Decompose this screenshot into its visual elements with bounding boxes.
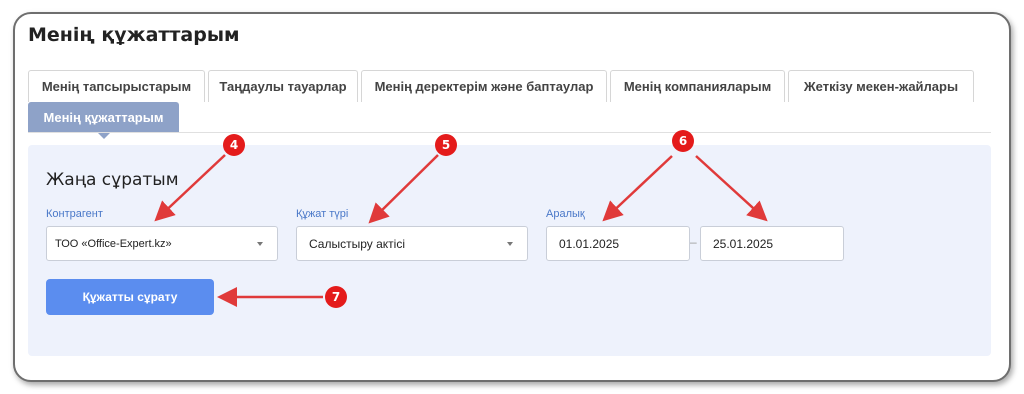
tab-my-data-settings[interactable]: Менің деректерім және баптаулар xyxy=(361,70,607,102)
date-to-value: 25.01.2025 xyxy=(713,236,774,251)
callout-badge-6: 6 xyxy=(672,130,694,152)
counterparty-label: Контрагент xyxy=(46,208,103,220)
period-label: Аралық xyxy=(546,208,585,220)
chevron-down-icon xyxy=(507,242,513,246)
counterparty-value: ТОО «Office-Expert.kz» xyxy=(55,237,172,250)
callout-badge-4: 4 xyxy=(223,134,245,156)
chevron-down-icon xyxy=(257,242,263,246)
tab-favorites[interactable]: Таңдаулы тауарлар xyxy=(208,70,358,102)
doc-type-value: Салыстыру актісі xyxy=(309,236,405,251)
doc-type-select[interactable]: Салыстыру актісі xyxy=(296,226,528,261)
doc-type-label: Құжат түрі xyxy=(296,208,349,220)
tab-my-documents[interactable]: Менің құжаттарым xyxy=(28,102,179,132)
tab-delivery-addresses[interactable]: Жеткізу мекен-жайлары xyxy=(788,70,974,102)
counterparty-select[interactable]: ТОО «Office-Expert.kz» xyxy=(46,226,278,261)
callout-badge-7: 7 xyxy=(325,286,347,308)
tabs-divider xyxy=(28,132,991,133)
tab-my-orders[interactable]: Менің тапсырыстарым xyxy=(28,70,205,102)
date-from-value: 01.01.2025 xyxy=(559,236,620,251)
active-tab-pointer xyxy=(97,132,111,139)
callout-badge-5: 5 xyxy=(435,134,457,156)
date-from-input[interactable]: 01.01.2025 xyxy=(546,226,690,261)
date-range-separator: – xyxy=(690,235,697,249)
section-title: Жаңа сұратым xyxy=(46,170,179,190)
page-title: Менің құжаттарым xyxy=(28,24,240,46)
request-document-button[interactable]: Құжатты сұрату xyxy=(46,279,214,315)
tab-my-companies[interactable]: Менің компанияларым xyxy=(610,70,785,102)
date-to-input[interactable]: 25.01.2025 xyxy=(700,226,844,261)
